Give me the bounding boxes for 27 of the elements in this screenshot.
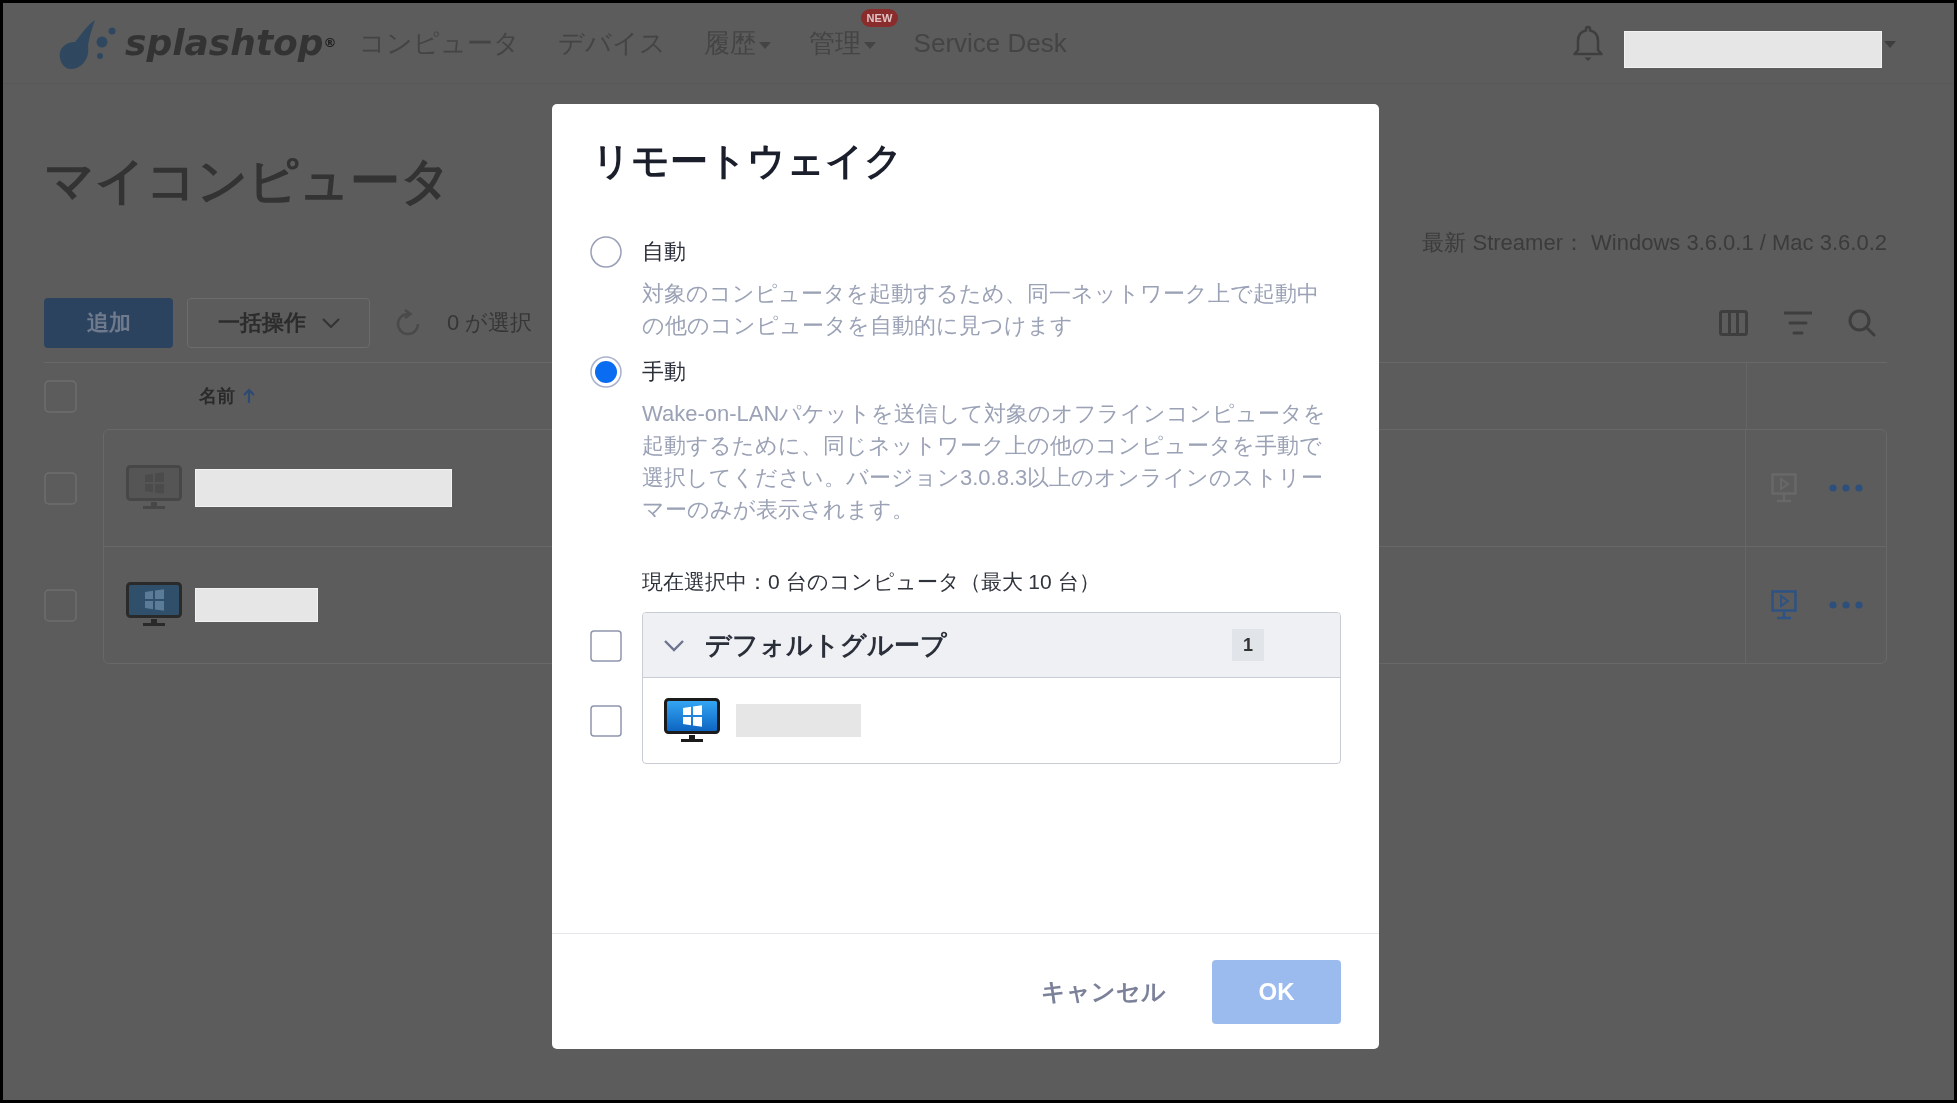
caret-icon [758, 41, 771, 49]
caret-icon[interactable] [1884, 40, 1896, 48]
count-badge: 1 [1232, 629, 1264, 661]
filter-icon[interactable] [1784, 311, 1812, 335]
add-button[interactable]: 追加 [44, 298, 173, 348]
checkbox[interactable] [590, 629, 622, 662]
columns-icon[interactable] [1719, 310, 1748, 336]
search-icon[interactable] [1848, 309, 1876, 337]
selection-summary-text: 現在選択中：0 台のコンピュータ（最大 10 台） [642, 569, 1100, 595]
checkbox[interactable] [590, 705, 622, 737]
option-description: Wake-on-LANパケットを送信して対象のオフラインコンピュータを起動するために、同じネットワーク上の他のコンピュータを手動で選択してください。バージョン3.0.8.3以上のオンラインのストリーマーのみが表示されます。 [642, 400, 1328, 524]
dialog-title: リモートウェイク [592, 139, 903, 184]
group-header[interactable]: デフォルトグループ 1 [642, 613, 1340, 678]
option-description: 対象のコンピュータを起動するため、同一ネットワーク上で起動中の他のコンピュータを自動的に見つけます [642, 280, 1320, 340]
monitor-play-icon[interactable] [1771, 590, 1797, 620]
cancel-button[interactable]: キャンセル [1027, 959, 1180, 1024]
option-label[interactable]: 手動 [642, 357, 686, 387]
radio-button[interactable] [590, 356, 622, 388]
group-name: デフォルトグループ [704, 628, 947, 662]
caret-icon [863, 41, 876, 49]
nav-badge: NEW [860, 9, 899, 27]
option-label[interactable]: 自動 [642, 237, 686, 267]
ellipsis-icon[interactable] [1829, 484, 1863, 492]
notification-bell-icon[interactable] [1572, 24, 1604, 62]
ellipsis-icon[interactable] [1829, 601, 1863, 609]
radio-button[interactable] [590, 236, 622, 268]
chevron-down-icon [321, 318, 340, 328]
